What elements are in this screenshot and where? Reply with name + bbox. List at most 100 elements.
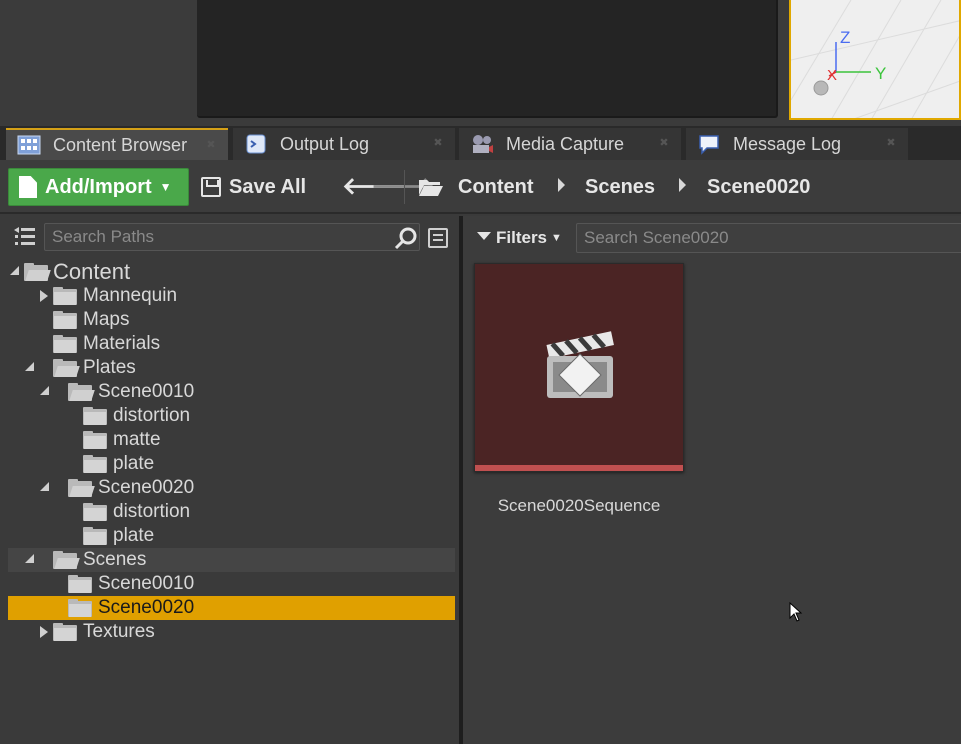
tree-item-scene0020[interactable]: Scene0020 — [8, 596, 455, 620]
output-log-icon — [243, 133, 269, 155]
tree-item-label: Content — [53, 259, 131, 284]
tree-item-label: plate — [113, 453, 155, 474]
expand-arrow-open-icon[interactable] — [40, 386, 49, 395]
close-icon[interactable]: ✖ — [206, 140, 216, 151]
toggle-sources-icon[interactable] — [12, 226, 36, 248]
save-all-button[interactable]: Save All — [201, 172, 306, 202]
axis-gizmo: Z X Y — [813, 28, 886, 96]
filters-button[interactable]: Filters ▼ — [477, 226, 562, 250]
asset-view-panel: Filters ▼ Search Scene0020 Scene0020Sequ… — [463, 216, 961, 744]
save-all-label: Save All — [229, 175, 307, 198]
tab-label: Output Log — [280, 133, 370, 154]
breadcrumb-scene0020[interactable]: Scene0020 — [707, 174, 810, 200]
tree-item-plates[interactable]: Plates — [8, 356, 455, 380]
breadcrumb-content[interactable]: Content — [458, 174, 534, 200]
folder-icon — [83, 527, 107, 545]
breadcrumb-arrow-icon[interactable] — [679, 178, 686, 192]
filter-icon — [477, 232, 491, 240]
folder-icon — [83, 407, 107, 425]
axis-x-label: X — [827, 67, 837, 84]
axis-y-label: Y — [875, 64, 886, 83]
chevron-down-icon: ▼ — [159, 180, 172, 194]
expand-arrow-closed-icon[interactable] — [40, 290, 48, 302]
tree-item-maps[interactable]: Maps — [8, 308, 455, 332]
search-paths-input[interactable]: Search Paths — [44, 223, 420, 251]
tree-item-distortion[interactable]: distortion — [8, 404, 455, 428]
level-viewport[interactable]: Z X Y — [789, 0, 961, 120]
tree-item-label: Scene0020 — [98, 597, 195, 618]
expand-arrow-open-icon[interactable] — [25, 362, 34, 371]
tab-media-capture[interactable]: Media Capture ✖ — [459, 128, 681, 160]
folder-icon — [83, 503, 107, 521]
toolbar-divider — [404, 170, 405, 204]
toolbar: Add/Import ▼ Save All 🡐 🡒 Content Scenes… — [0, 160, 961, 214]
tree-item-matte[interactable]: matte — [8, 428, 455, 452]
folder-open-icon — [53, 551, 80, 569]
tree-item-plate[interactable]: plate — [8, 524, 455, 548]
tree-item-label: Plates — [83, 357, 136, 378]
breadcrumb-arrow-icon[interactable] — [558, 178, 565, 192]
dark-panel — [197, 0, 778, 118]
tree-item-label: Materials — [83, 333, 161, 354]
tree-item-materials[interactable]: Materials — [8, 332, 455, 356]
search-assets-input[interactable]: Search Scene0020 — [576, 223, 961, 253]
folder-open-icon — [68, 479, 95, 497]
tree-item-content[interactable]: Content — [8, 259, 455, 284]
message-log-icon — [696, 133, 722, 155]
mouse-cursor-icon — [789, 602, 803, 622]
asset-name: Scene0020Sequence — [497, 496, 661, 515]
filters-label: Filters — [496, 228, 548, 247]
tree-item-scene0010[interactable]: Scene0010 — [8, 572, 455, 596]
folder-icon — [53, 287, 77, 305]
folder-icon — [68, 575, 92, 593]
tree-item-label: Scene0010 — [98, 381, 195, 402]
axis-z-label: Z — [840, 28, 850, 47]
folder-icon — [53, 623, 77, 641]
tree-item-scenes[interactable]: Scenes — [8, 548, 455, 572]
list-options-icon[interactable] — [428, 228, 448, 248]
tree-item-plate[interactable]: plate — [8, 452, 455, 476]
expand-arrow-open-icon[interactable] — [25, 554, 34, 563]
tab-label: Media Capture — [506, 133, 625, 154]
tab-label: Content Browser — [53, 134, 188, 155]
tree-item-label: Maps — [83, 309, 130, 330]
content-browser-icon — [16, 134, 42, 156]
chevron-down-icon: ▼ — [551, 232, 562, 244]
breadcrumb-scenes[interactable]: Scenes — [585, 174, 655, 200]
search-icon[interactable] — [394, 227, 418, 251]
tree-item-distortion[interactable]: distortion — [8, 500, 455, 524]
asset-tile[interactable] — [474, 263, 684, 472]
tree-item-label: Textures — [83, 621, 155, 642]
tree-item-label: plate — [113, 525, 155, 546]
tree-item-scene0010[interactable]: Scene0010 — [8, 380, 455, 404]
tree-item-label: Mannequin — [83, 285, 178, 306]
tree-item-scene0020[interactable]: Scene0020 — [8, 476, 455, 500]
expand-arrow-open-icon[interactable] — [10, 266, 19, 275]
save-icon — [201, 177, 221, 197]
folder-open-icon — [68, 383, 95, 401]
close-icon[interactable]: ✖ — [659, 138, 669, 149]
tab-output-log[interactable]: Output Log ✖ — [233, 128, 455, 160]
expand-arrow-open-icon[interactable] — [40, 482, 49, 491]
tree-item-label: Scenes — [83, 549, 147, 570]
tree-item-label: Scene0010 — [98, 573, 195, 594]
tab-bar: Content Browser ✖ Output Log ✖ Media Cap… — [0, 126, 961, 160]
folder-icon — [83, 431, 107, 449]
add-import-label: Add/Import — [45, 175, 152, 198]
close-icon[interactable]: ✖ — [886, 138, 896, 149]
tab-label: Message Log — [733, 133, 842, 154]
folder-icon — [68, 599, 92, 617]
add-import-button[interactable]: Add/Import ▼ — [8, 168, 189, 206]
tab-message-log[interactable]: Message Log ✖ — [686, 128, 908, 160]
tab-content-browser[interactable]: Content Browser ✖ — [6, 128, 228, 160]
viewport-grid: Z X Y — [791, 0, 959, 118]
top-panels: Z X Y — [0, 0, 961, 126]
tree-item-mannequin[interactable]: Mannequin — [8, 284, 455, 308]
expand-arrow-closed-icon[interactable] — [40, 626, 48, 638]
media-capture-icon — [469, 133, 495, 155]
tree-item-textures[interactable]: Textures — [8, 620, 455, 644]
folder-icon — [53, 311, 77, 329]
close-icon[interactable]: ✖ — [433, 138, 443, 149]
asset-type-color-bar — [475, 465, 683, 471]
folder-icon — [83, 455, 107, 473]
